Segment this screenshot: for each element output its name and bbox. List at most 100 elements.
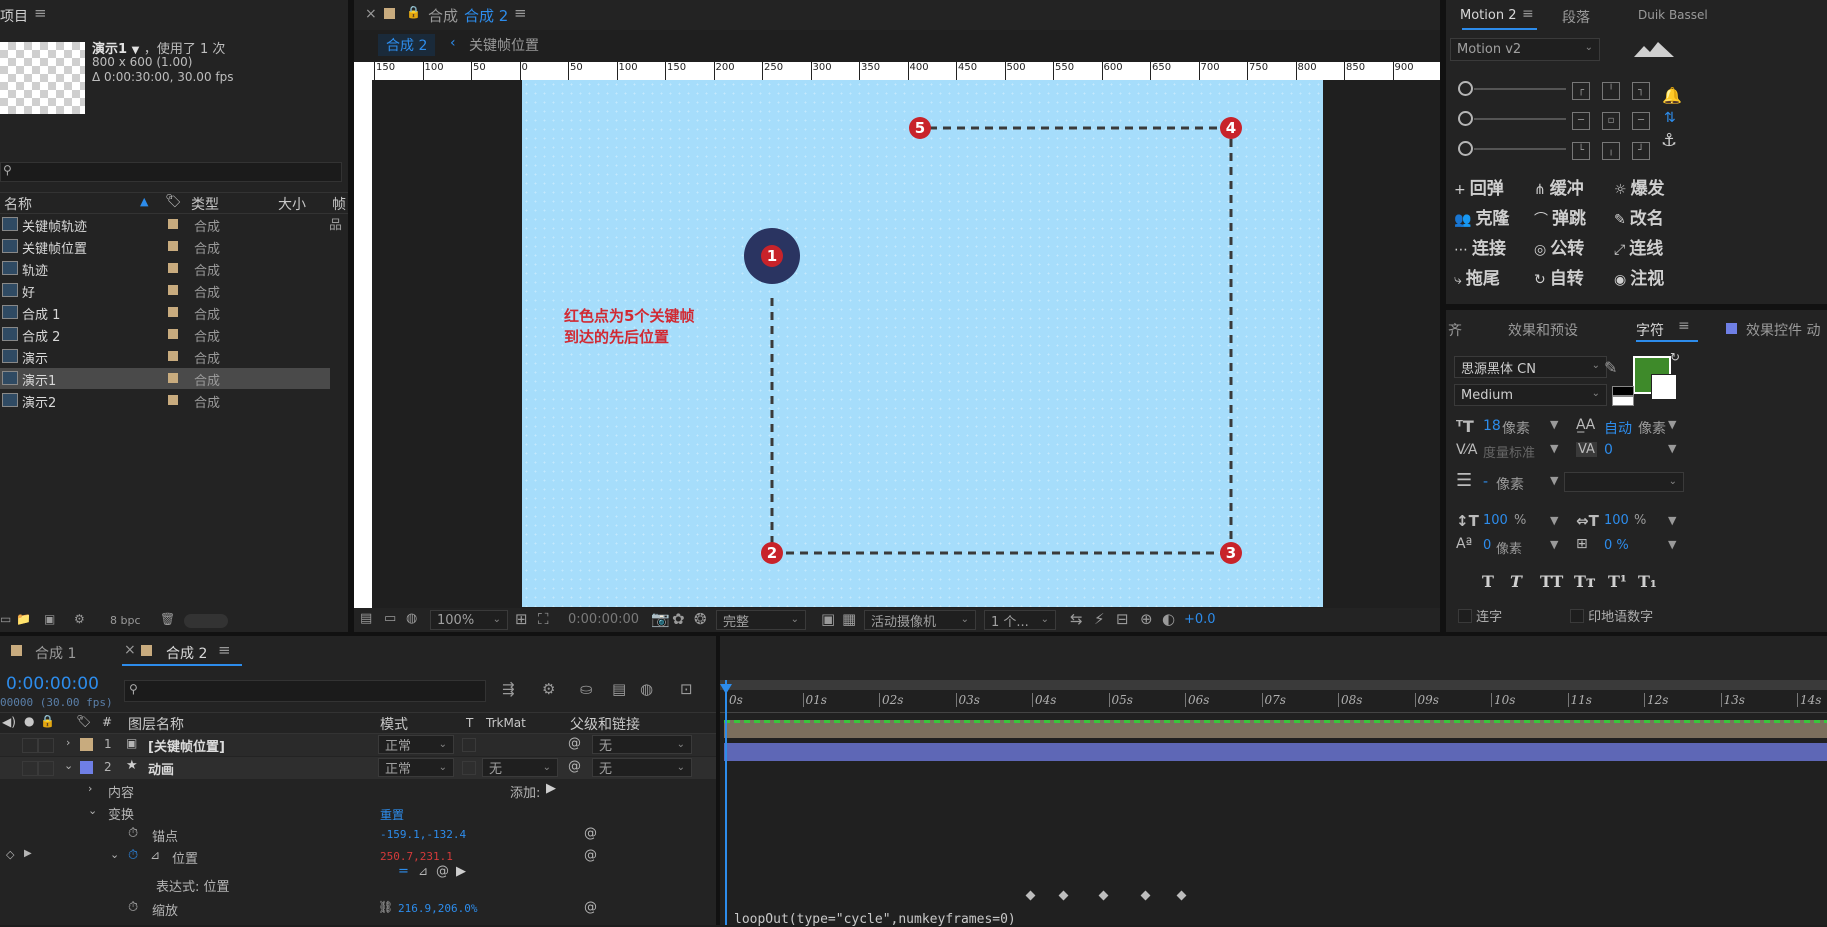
motion2-button[interactable]: ⋯ 连接 bbox=[1454, 234, 1506, 259]
item-label-color[interactable] bbox=[168, 395, 178, 405]
project-list-item[interactable]: 合成 1 合成 bbox=[0, 302, 330, 323]
keyframe-2[interactable] bbox=[1058, 890, 1069, 901]
anchor-right[interactable]: ─ bbox=[1632, 112, 1650, 130]
dropdown-arrow-icon[interactable]: ▼ bbox=[1668, 514, 1676, 527]
anchor-top[interactable]: ╵ bbox=[1602, 82, 1620, 100]
exposure-value[interactable]: +0.0 bbox=[1184, 612, 1216, 627]
keyframe-nav-next-icon[interactable]: ▶ bbox=[24, 848, 32, 859]
camera-dropdown[interactable]: 活动摄像机 ⌄ bbox=[864, 610, 976, 630]
resolution-dropdown[interactable]: 完整 ⌄ bbox=[716, 610, 806, 630]
expression-language-menu-icon[interactable]: ▶ bbox=[456, 864, 466, 879]
layer-name[interactable]: 动画 bbox=[148, 759, 174, 778]
project-list-item[interactable]: 关键帧位置 合成 bbox=[0, 236, 330, 257]
channels-icon[interactable]: ❂ bbox=[694, 610, 707, 628]
baseline-shift-value[interactable]: 0 bbox=[1483, 538, 1491, 553]
dropdown-arrow-icon[interactable]: ▼ bbox=[1550, 418, 1558, 431]
views-dropdown[interactable]: 1 个... ⌄ bbox=[984, 610, 1056, 630]
comp-tab-name[interactable]: 合成 2 bbox=[464, 5, 508, 26]
graph-icon[interactable]: ⊿ bbox=[150, 848, 160, 862]
horizontal-scale-value[interactable]: 100 bbox=[1604, 513, 1629, 528]
col-name[interactable]: 名称 bbox=[4, 194, 32, 214]
project-list-item[interactable]: 合成 2 合成 bbox=[0, 324, 330, 345]
dropdown-arrow-icon[interactable]: ▼ bbox=[1550, 474, 1558, 487]
timeline-icon[interactable]: ⊟ bbox=[1116, 610, 1129, 628]
layer-label-color[interactable] bbox=[80, 738, 93, 751]
project-list-item[interactable]: 关键帧轨迹 合成 bbox=[0, 214, 330, 235]
motion2-button[interactable]: ⤢ 连线 bbox=[1614, 234, 1663, 259]
anchor-icon[interactable]: ⚓ bbox=[1661, 130, 1677, 151]
font-style-dropdown[interactable]: Medium ⌄ bbox=[1454, 384, 1607, 406]
font-family-dropdown[interactable]: 思源黑体 CN ⌄ bbox=[1454, 356, 1607, 378]
bit-depth[interactable]: 8 bpc bbox=[110, 614, 141, 627]
faux-bold-button[interactable]: T bbox=[1482, 572, 1494, 591]
expression-graph-icon[interactable]: ⊿ bbox=[418, 864, 428, 878]
project-list-item[interactable]: 演示 合成 bbox=[0, 346, 330, 367]
reset-link[interactable]: 重置 bbox=[380, 806, 404, 823]
panel-menu-icon[interactable]: ≡ bbox=[1522, 6, 1534, 22]
font-size-value[interactable]: 18 bbox=[1483, 418, 1501, 434]
col-size[interactable]: 大小 bbox=[278, 194, 306, 214]
item-label-color[interactable] bbox=[168, 307, 178, 317]
tab-motion2[interactable]: Motion 2 bbox=[1460, 8, 1516, 23]
close-icon[interactable]: × bbox=[365, 6, 377, 22]
property-contents[interactable]: › 内容 添加: ▶ bbox=[0, 780, 716, 802]
preserve-transparency-toggle[interactable] bbox=[462, 738, 476, 752]
timeline-timecode[interactable]: 0:00:00:00 bbox=[6, 674, 99, 694]
current-time-indicator[interactable] bbox=[725, 680, 727, 925]
reset-exposure-icon[interactable]: ◐ bbox=[1162, 610, 1175, 628]
breadcrumb-item-1[interactable]: 合成 2 bbox=[378, 34, 436, 56]
slider-2[interactable] bbox=[1458, 111, 1568, 126]
parent-dropdown[interactable]: 无 ⌄ bbox=[592, 758, 692, 777]
comp-canvas[interactable]: 1 2 3 4 5 红色点为5个关键帧 到达的先后位置 bbox=[522, 80, 1323, 607]
visibility-toggle[interactable] bbox=[22, 761, 38, 776]
lock-icon[interactable]: 🔒 bbox=[406, 5, 421, 19]
keyframe-3[interactable] bbox=[1098, 890, 1109, 901]
motion-version-dropdown[interactable]: Motion v2 ⌄ bbox=[1450, 38, 1600, 61]
stopwatch-icon[interactable]: ⏱ bbox=[128, 848, 138, 863]
tab-comp2[interactable]: 合成 2 bbox=[166, 643, 207, 663]
layer-name[interactable]: [关键帧位置] bbox=[148, 736, 225, 755]
position-value[interactable]: 250.7,231.1 bbox=[380, 850, 453, 863]
item-label-color[interactable] bbox=[168, 219, 178, 229]
eyedropper-icon[interactable]: ✎ bbox=[1604, 358, 1617, 377]
project-list-item[interactable]: 轨迹 合成 bbox=[0, 258, 330, 279]
keyframe-nav-prev-icon[interactable]: ◇ bbox=[6, 848, 14, 861]
dropdown-arrow-icon[interactable]: ▼ bbox=[1668, 418, 1676, 431]
visibility-toggle[interactable] bbox=[22, 738, 38, 753]
superscript-button[interactable]: T¹ bbox=[1608, 572, 1627, 591]
layer-label-color[interactable] bbox=[80, 761, 93, 774]
playhead-icon[interactable] bbox=[720, 684, 732, 694]
motion-blur-icon[interactable]: ◍ bbox=[640, 680, 653, 698]
scale-value[interactable]: 216.9,206.0% bbox=[398, 902, 477, 915]
col-parent[interactable]: 父级和链接 bbox=[570, 714, 640, 734]
white-swatch[interactable] bbox=[1612, 396, 1634, 406]
layer-bar-2[interactable] bbox=[724, 743, 1827, 761]
dropdown-arrow-icon[interactable]: ▼ bbox=[1550, 538, 1558, 551]
pickwhip-icon[interactable]: @ bbox=[568, 759, 581, 774]
col-mode[interactable]: 模式 bbox=[380, 714, 408, 734]
monitor-icon[interactable]: ▭ bbox=[384, 611, 396, 626]
comp-timecode[interactable]: 0:00:00:00 bbox=[568, 612, 639, 627]
item-label-color[interactable] bbox=[168, 285, 178, 295]
stopwatch-icon[interactable]: ⏱ bbox=[128, 826, 138, 841]
col-trkmat[interactable]: TrkMat bbox=[486, 716, 526, 730]
keyframe-4[interactable] bbox=[1140, 890, 1151, 901]
lock-icon[interactable]: 🔒 bbox=[40, 714, 55, 728]
fit-icon[interactable]: ⊞ bbox=[515, 610, 528, 628]
property-position[interactable]: ◇ ▶ ⌄ ⏱ ⊿ 位置 250.7,231.1 @ bbox=[0, 846, 716, 868]
thumbnail-slider[interactable] bbox=[184, 614, 228, 628]
mask-visibility-icon[interactable]: ◍ bbox=[406, 611, 417, 626]
col-type[interactable]: 类型 bbox=[191, 194, 219, 214]
black-swatch[interactable] bbox=[1612, 386, 1634, 396]
breadcrumb-item-2[interactable]: 关键帧位置 bbox=[469, 35, 539, 55]
project-list-item[interactable]: 好 合成 bbox=[0, 280, 330, 301]
faux-italic-button[interactable]: T bbox=[1510, 572, 1522, 591]
solo-toggle[interactable] bbox=[38, 761, 54, 776]
item-label-color[interactable] bbox=[168, 263, 178, 273]
sort-asc-icon[interactable]: ▲ bbox=[140, 195, 148, 208]
col-layer-name[interactable]: 图层名称 bbox=[128, 714, 184, 734]
zoom-dropdown[interactable]: 100% ⌄ bbox=[430, 610, 508, 630]
show-snapshot-icon[interactable]: ✿ bbox=[672, 610, 685, 628]
trkmat-dropdown[interactable]: 无 ⌄ bbox=[482, 758, 558, 777]
tab-character[interactable]: 字符 bbox=[1636, 320, 1664, 340]
